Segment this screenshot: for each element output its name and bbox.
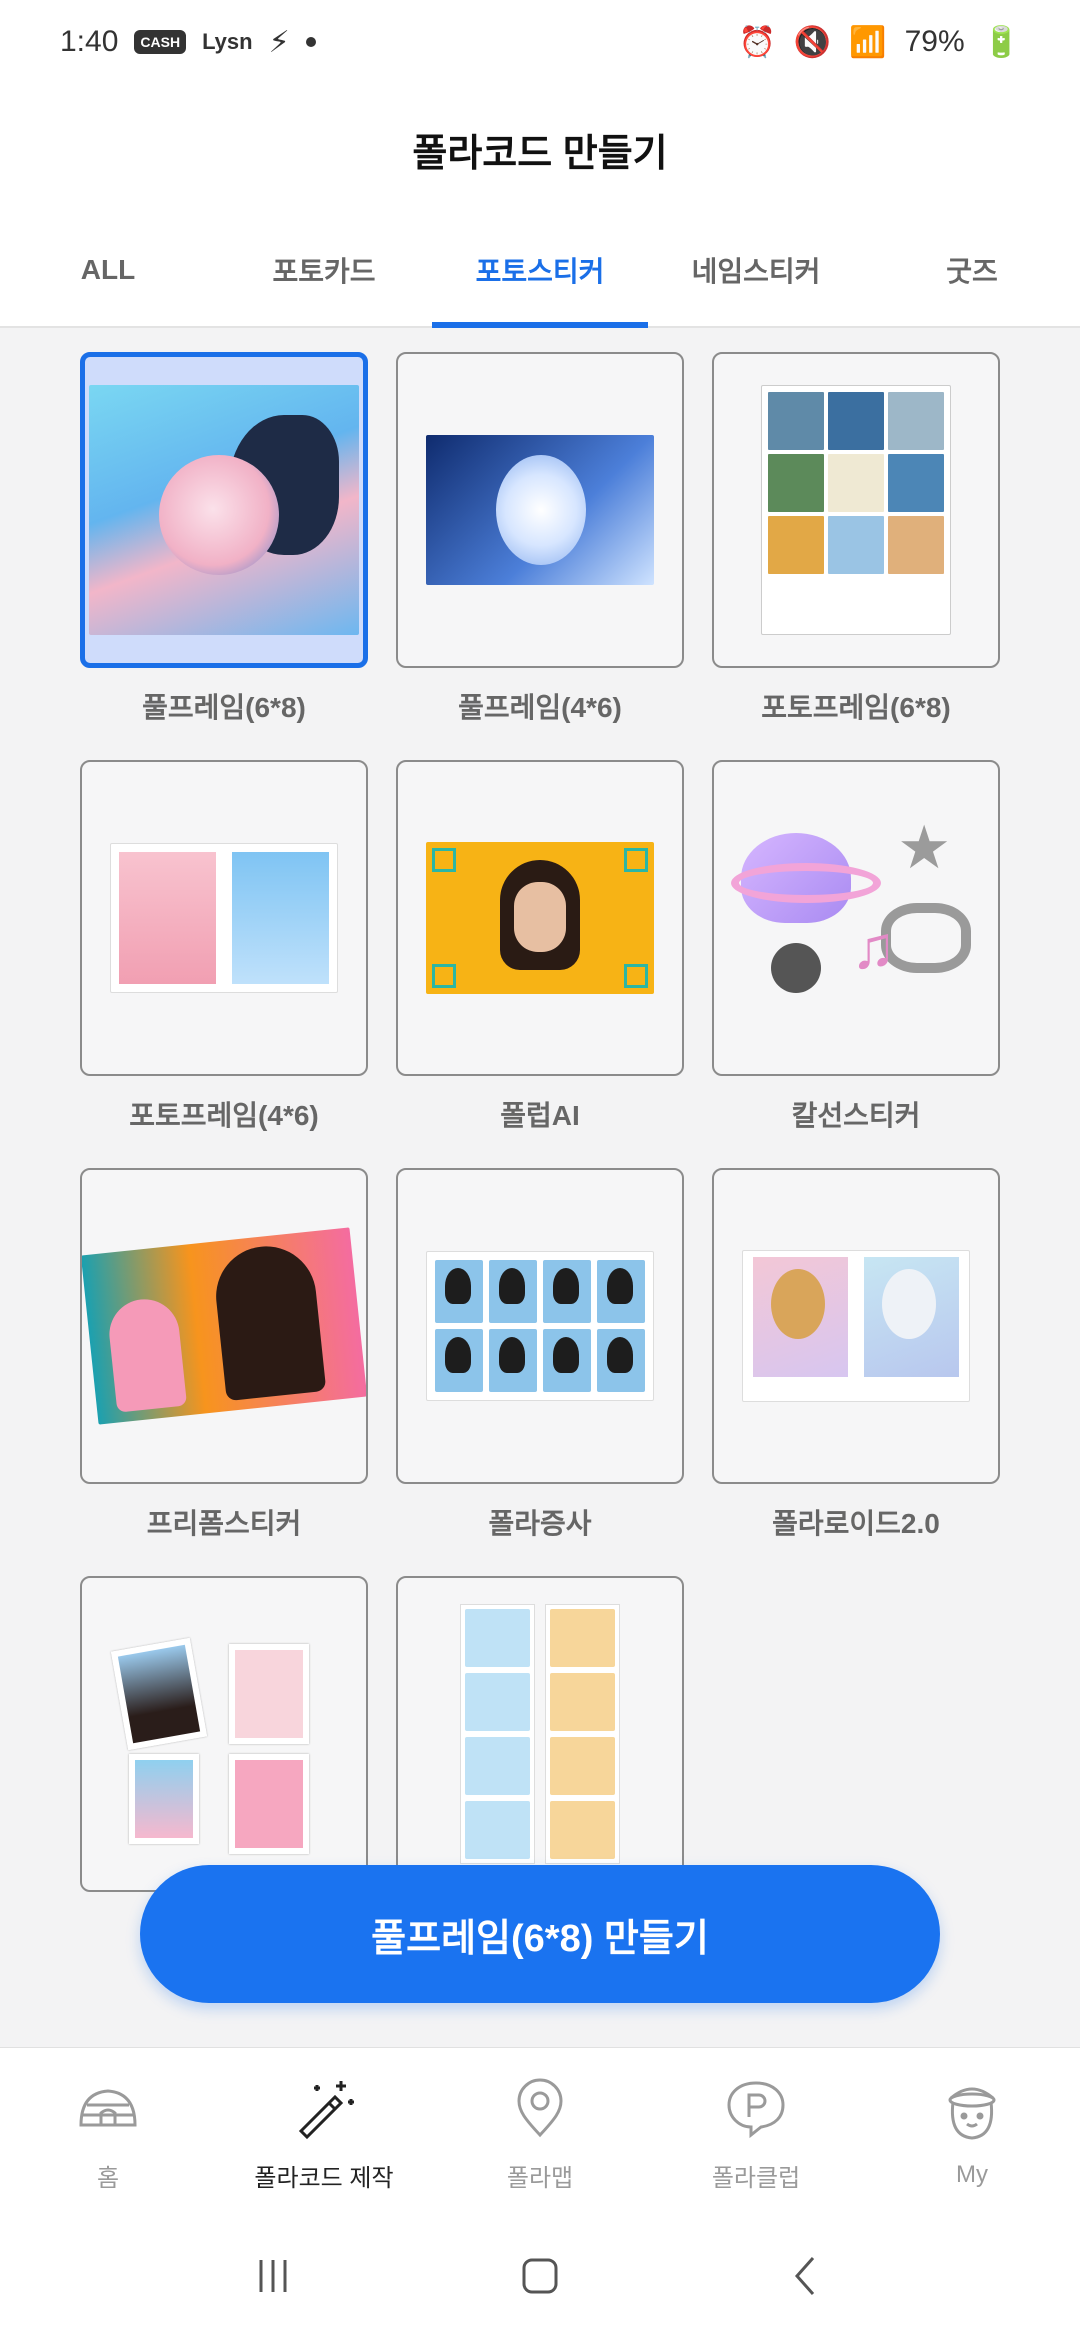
back-icon[interactable] bbox=[777, 2246, 837, 2311]
product-label: 폴럽AI bbox=[500, 1100, 580, 1131]
character-icon bbox=[937, 2076, 1007, 2151]
product-card-photoframe-4x6[interactable]: 포토프레임(4*6) bbox=[80, 760, 368, 1134]
photo-strip-image bbox=[460, 1604, 620, 1864]
recent-apps-icon[interactable] bbox=[243, 2246, 303, 2311]
product-grid: 풀프레임(6*8) 풀프레임(4*6) 포토프레임(6*8) 포토프레임(4*6… bbox=[80, 352, 1000, 1950]
magic-wand-icon bbox=[289, 2073, 359, 2148]
tab-label: 포토카드 bbox=[272, 256, 376, 287]
product-thumbnail[interactable] bbox=[80, 352, 368, 668]
notification-dot-icon bbox=[305, 37, 316, 47]
mute-icon: 🔇 bbox=[793, 25, 832, 59]
product-label: 프리폼스티커 bbox=[146, 1508, 302, 1539]
page-title: 폴라코드 만들기 bbox=[412, 132, 668, 175]
category-tabs: ALL 포토카드 포토스티커 네임스티커 굿즈 bbox=[0, 214, 1080, 328]
tab-label: 포토스티커 bbox=[475, 256, 605, 287]
tab-label: 굿즈 bbox=[946, 256, 998, 287]
tab-label: ALL bbox=[80, 254, 136, 285]
photoframe-4x6-image bbox=[110, 843, 338, 993]
status-left: 1:40 CASH Lysn ⚡ bbox=[60, 25, 316, 60]
nav-polamap[interactable]: 폴라맵 bbox=[432, 2048, 648, 2217]
product-thumbnail[interactable]: ★ ♫ bbox=[712, 760, 1000, 1076]
bolt-icon: ⚡ bbox=[268, 25, 290, 59]
wifi-icon: 📶 bbox=[849, 25, 887, 59]
freeform-sticker-image bbox=[82, 1227, 366, 1425]
tab-all[interactable]: ALL bbox=[0, 214, 216, 326]
product-thumbnail[interactable] bbox=[80, 1576, 368, 1892]
system-nav bbox=[0, 2217, 1080, 2340]
product-thumbnail[interactable] bbox=[712, 352, 1000, 668]
nav-my[interactable]: My bbox=[864, 2048, 1080, 2217]
p-badge-icon bbox=[721, 2073, 791, 2148]
nav-label: 폴라클럽 bbox=[711, 2164, 801, 2192]
nav-label: 폴라맵 bbox=[506, 2164, 574, 2192]
alarm-icon: ⏰ bbox=[738, 25, 776, 59]
pollup-ai-image bbox=[426, 842, 654, 994]
bottom-nav: 홈 폴라코드 제작 폴라맵 폴라클럽 My bbox=[0, 2047, 1080, 2217]
product-card-photoframe-6x8[interactable]: 포토프레임(6*8) bbox=[712, 352, 1000, 726]
nav-home[interactable]: 홈 bbox=[0, 2048, 216, 2217]
product-label: 풀프레임(6*8) bbox=[142, 692, 306, 723]
product-label: 풀프레임(4*6) bbox=[458, 692, 622, 723]
map-pin-icon bbox=[505, 2073, 575, 2148]
product-label: 폴라증사 bbox=[488, 1508, 592, 1539]
igloo-icon bbox=[73, 2073, 143, 2148]
product-label: 칼선스티커 bbox=[791, 1100, 921, 1131]
product-label: 폴라로이드2.0 bbox=[772, 1508, 940, 1539]
header: 폴라코드 만들기 bbox=[0, 84, 1080, 214]
photoframe-6x8-image bbox=[761, 385, 951, 635]
create-button[interactable]: 풀프레임(6*8) 만들기 bbox=[140, 1865, 940, 2003]
lysn-label: Lysn bbox=[202, 29, 253, 54]
status-right: ⏰ 🔇 📶 79% 🔋 bbox=[739, 25, 1020, 60]
product-label: 포토프레임(4*6) bbox=[129, 1100, 319, 1131]
product-card-diecut-sticker[interactable]: ★ ♫ 칼선스티커 bbox=[712, 760, 1000, 1134]
product-label: 포토프레임(6*8) bbox=[761, 692, 951, 723]
cash-badge: CASH bbox=[134, 30, 187, 54]
product-card-id-photo[interactable]: 폴라증사 bbox=[396, 1168, 684, 1542]
nav-polacode-create[interactable]: 폴라코드 제작 bbox=[216, 2048, 432, 2217]
tab-photosticker[interactable]: 포토스티커 bbox=[432, 214, 648, 328]
product-thumbnail[interactable] bbox=[80, 760, 368, 1076]
battery-percent: 79% bbox=[904, 25, 965, 58]
product-thumbnail[interactable] bbox=[80, 1168, 368, 1484]
nav-label: 폴라코드 제작 bbox=[254, 2164, 394, 2192]
nav-polaclub[interactable]: 폴라클럽 bbox=[648, 2048, 864, 2217]
nav-label: 홈 bbox=[96, 2164, 120, 2192]
product-thumbnail[interactable] bbox=[712, 1168, 1000, 1484]
status-time: 1:40 bbox=[60, 25, 119, 58]
diecut-sticker-image: ★ ♫ bbox=[721, 793, 991, 1043]
product-card-pollup-ai[interactable]: 폴럽AI bbox=[396, 760, 684, 1134]
polaroid-2-image bbox=[742, 1250, 970, 1402]
home-icon[interactable] bbox=[510, 2246, 570, 2311]
product-card-polaroid-2[interactable]: 폴라로이드2.0 bbox=[712, 1168, 1000, 1542]
collage-image bbox=[89, 1604, 359, 1864]
nav-label: My bbox=[956, 2161, 988, 2188]
status-bar: 1:40 CASH Lysn ⚡ ⏰ 🔇 📶 79% 🔋 bbox=[0, 0, 1080, 84]
battery-icon: 🔋 bbox=[982, 25, 1020, 59]
fullframe-4x6-image bbox=[426, 435, 654, 585]
id-photo-image bbox=[426, 1251, 654, 1401]
tab-goods[interactable]: 굿즈 bbox=[864, 214, 1080, 326]
product-thumbnail[interactable] bbox=[396, 1576, 684, 1892]
product-card-fullframe-6x8[interactable]: 풀프레임(6*8) bbox=[80, 352, 368, 726]
product-card-freeform-sticker[interactable]: 프리폼스티커 bbox=[80, 1168, 368, 1542]
tab-namesticker[interactable]: 네임스티커 bbox=[648, 214, 864, 326]
product-thumbnail[interactable] bbox=[396, 760, 684, 1076]
product-thumbnail[interactable] bbox=[396, 352, 684, 668]
tab-photocard[interactable]: 포토카드 bbox=[216, 214, 432, 326]
fullframe-6x8-image bbox=[89, 385, 359, 635]
product-thumbnail[interactable] bbox=[396, 1168, 684, 1484]
product-card-fullframe-4x6[interactable]: 풀프레임(4*6) bbox=[396, 352, 684, 726]
tab-label: 네임스티커 bbox=[691, 256, 821, 287]
